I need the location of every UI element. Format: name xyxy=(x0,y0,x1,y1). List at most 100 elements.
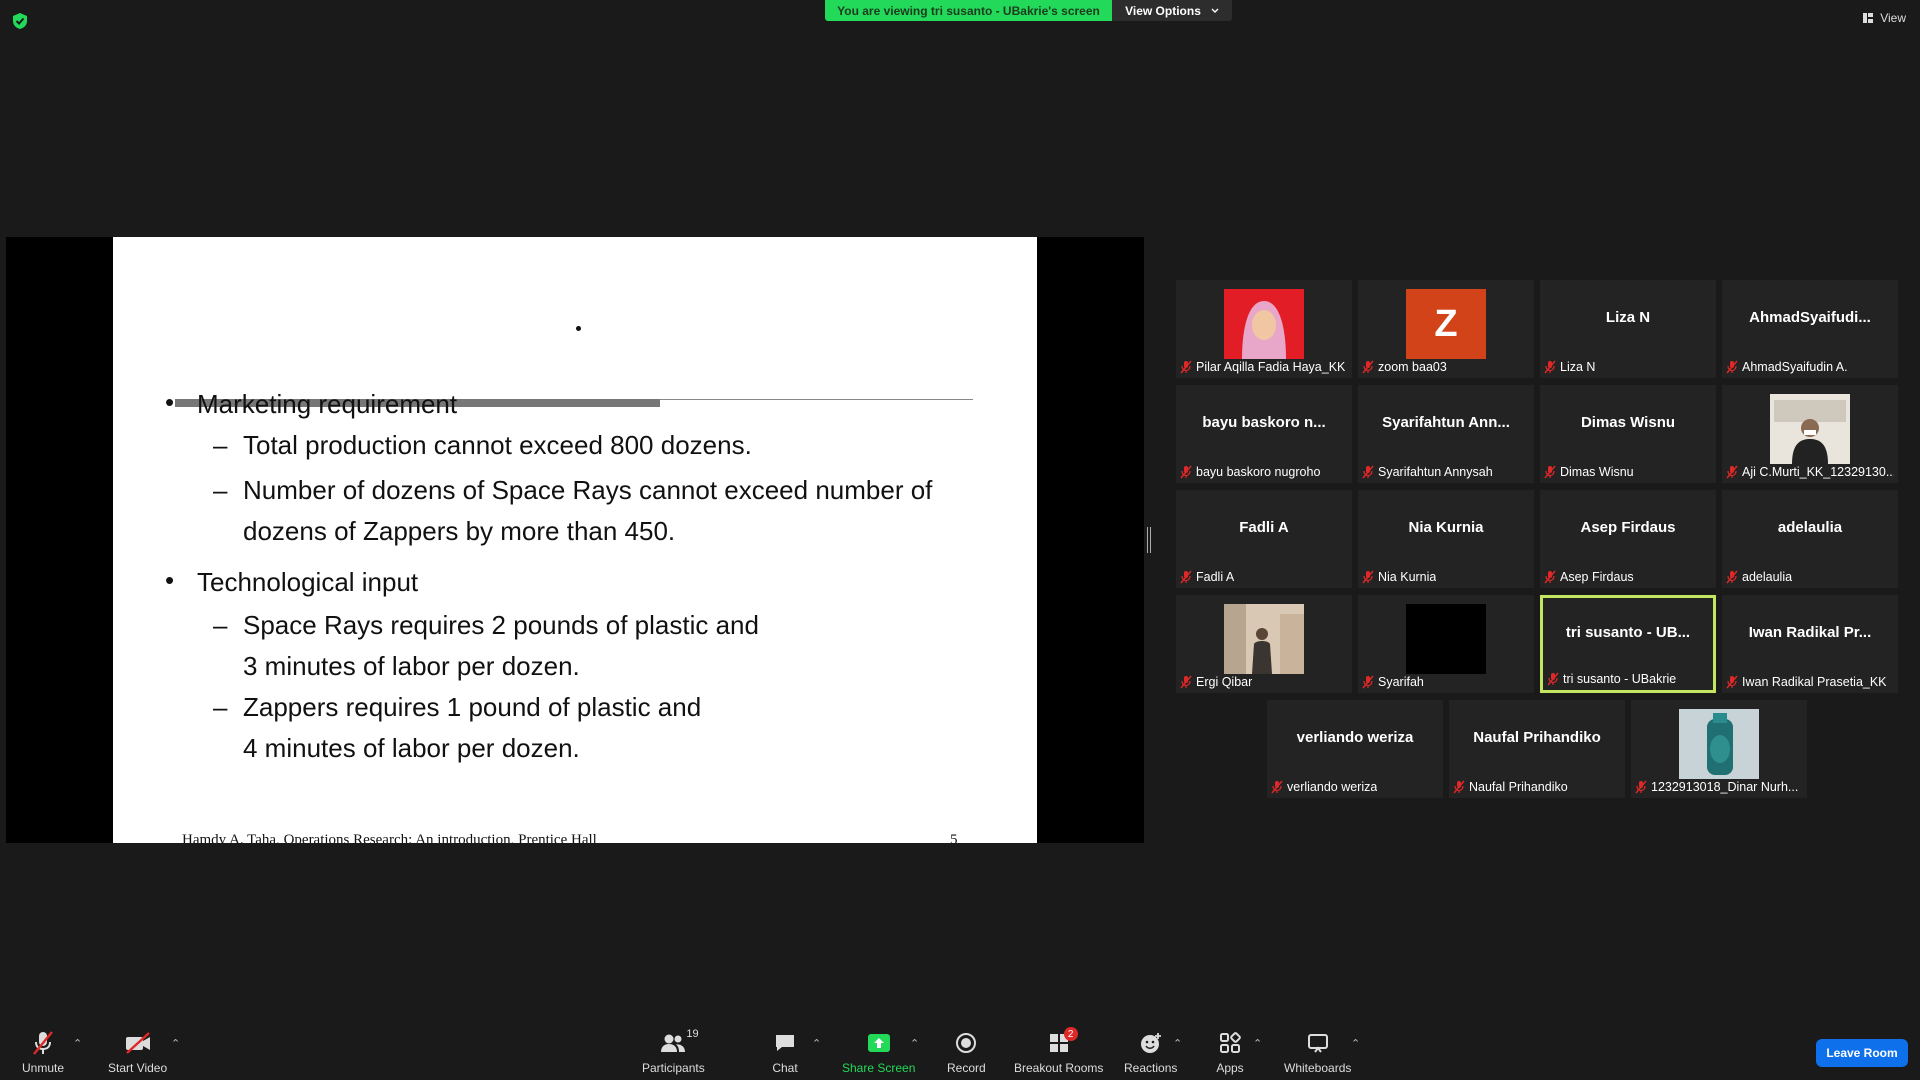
video-blank xyxy=(1406,604,1486,674)
participant-name-label: 1232913018_Dinar Nurh... xyxy=(1635,778,1798,796)
participant-tile[interactable]: Ergi Qibar xyxy=(1176,595,1352,693)
participant-tile[interactable]: Aji C.Murti_KK_12329130... xyxy=(1722,385,1898,483)
participant-tile[interactable]: 1232913018_Dinar Nurh... xyxy=(1631,700,1807,798)
chat-options-caret[interactable]: ⌃ xyxy=(812,1037,821,1050)
apps-button[interactable]: Apps xyxy=(1215,1030,1245,1075)
audio-options-caret[interactable]: ⌃ xyxy=(73,1037,82,1050)
whiteboard-icon xyxy=(1307,1034,1328,1053)
participant-name: Nia Kurnia xyxy=(1378,570,1437,584)
participant-tile[interactable]: Syarifahtun Ann... Syarifahtun Annysah xyxy=(1358,385,1534,483)
view-options-button[interactable]: View Options xyxy=(1112,0,1232,21)
shared-screen[interactable]: • Marketing requirement – Total producti… xyxy=(6,237,1144,843)
record-button[interactable]: Record xyxy=(947,1030,986,1075)
microphone-muted-icon xyxy=(1547,672,1559,686)
participant-tile[interactable]: tri susanto - UB... tri susanto - UBakrie xyxy=(1540,595,1716,693)
apps-label: Apps xyxy=(1216,1061,1244,1075)
reactions-button[interactable]: Reactions xyxy=(1124,1030,1177,1075)
slide-footer-citation: Hamdy A. Taha, Operations Research: An i… xyxy=(182,832,597,843)
microphone-muted-icon xyxy=(1362,465,1374,479)
participant-name-label: Fadli A xyxy=(1180,568,1234,586)
share-options-caret[interactable]: ⌃ xyxy=(910,1037,919,1050)
microphone-muted-icon xyxy=(1180,360,1192,374)
participant-name-label: AhmadSyaifudin A. xyxy=(1726,358,1848,376)
split-view-handle[interactable] xyxy=(1147,527,1151,553)
participant-tile[interactable]: Zzoom baa03 xyxy=(1358,280,1534,378)
participant-name-label: bayu baskoro nugroho xyxy=(1180,463,1320,481)
participant-tile[interactable]: Liza N Liza N xyxy=(1540,280,1716,378)
participant-name-label: Aji C.Murti_KK_12329130... xyxy=(1726,463,1894,481)
participant-name: Pilar Aqilla Fadia Haya_KK xyxy=(1196,360,1346,374)
leave-room-button[interactable]: Leave Room xyxy=(1816,1039,1908,1067)
microphone-muted-icon xyxy=(33,1031,53,1055)
smiley-reaction-icon xyxy=(1140,1033,1161,1053)
meeting-toolbar: Unmute ⌃ Start Video ⌃ 19 Participants C… xyxy=(0,1020,1920,1080)
unmute-button[interactable]: Unmute xyxy=(22,1030,64,1075)
presentation-slide: • Marketing requirement – Total producti… xyxy=(113,237,1037,843)
participant-tile[interactable]: Syarifah xyxy=(1358,595,1534,693)
microphone-muted-icon xyxy=(1453,780,1465,794)
whiteboards-button[interactable]: Whiteboards xyxy=(1284,1030,1351,1075)
microphone-muted-icon xyxy=(1362,360,1374,374)
participant-tile[interactable]: Dimas Wisnu Dimas Wisnu xyxy=(1540,385,1716,483)
participant-name: adelaulia xyxy=(1742,570,1793,584)
participant-tile[interactable]: adelaulia adelaulia xyxy=(1722,490,1898,588)
chat-button[interactable]: Chat xyxy=(770,1030,800,1075)
microphone-muted-icon xyxy=(1180,570,1192,584)
slide-sub-4-line-1: Zappers requires 1 pound of plastic and xyxy=(243,692,702,722)
microphone-muted-icon xyxy=(1271,780,1283,794)
participant-name: bayu baskoro nugroho xyxy=(1196,465,1321,479)
security-shield-icon[interactable] xyxy=(10,11,30,31)
participant-tile[interactable]: Iwan Radikal Pr... Iwan Radikal Prasetia_… xyxy=(1722,595,1898,693)
reactions-label: Reactions xyxy=(1124,1061,1178,1075)
participant-name-label: Ergi Qibar xyxy=(1180,673,1252,691)
microphone-muted-icon xyxy=(1726,570,1738,584)
viewing-screen-banner: You are viewing tri susanto - UBakrie's … xyxy=(825,0,1112,21)
apps-options-caret[interactable]: ⌃ xyxy=(1253,1037,1262,1050)
breakout-rooms-button[interactable]: 2 Breakout Rooms xyxy=(1014,1027,1104,1075)
participant-display-name: Naufal Prihandiko xyxy=(1473,728,1601,746)
participant-display-name: bayu baskoro n... xyxy=(1202,413,1326,431)
participant-tile[interactable]: Pilar Aqilla Fadia Haya_KK xyxy=(1176,280,1352,378)
view-layout-button[interactable]: View xyxy=(1862,8,1906,28)
microphone-muted-icon xyxy=(1544,570,1556,584)
participant-name: Syarifah xyxy=(1378,675,1424,689)
participants-icon xyxy=(661,1034,686,1052)
participant-tile[interactable]: AhmadSyaifudi... AhmadSyaifudin A. xyxy=(1722,280,1898,378)
participants-button[interactable]: 19 Participants xyxy=(642,1028,705,1075)
participant-tile[interactable]: Fadli A Fadli A xyxy=(1176,490,1352,588)
grid-layout-icon xyxy=(1863,13,1874,23)
participant-name: 1232913018_Dinar Nurh... xyxy=(1651,780,1799,794)
reactions-options-caret[interactable]: ⌃ xyxy=(1173,1037,1182,1050)
letter-avatar: Z xyxy=(1406,289,1486,359)
participant-tile[interactable]: Naufal Prihandiko Naufal Prihandiko xyxy=(1449,700,1625,798)
participant-display-name: Nia Kurnia xyxy=(1408,518,1484,536)
participant-name-label: tri susanto - UBakrie xyxy=(1547,670,1676,688)
slide-sub-2-line-2: dozens of Zappers by more than 450. xyxy=(243,516,676,546)
participant-name-label: Iwan Radikal Prasetia_KK xyxy=(1726,673,1887,691)
slide-dot xyxy=(576,326,581,331)
breakout-rooms-label: Breakout Rooms xyxy=(1014,1061,1104,1075)
start-video-label: Start Video xyxy=(108,1061,168,1075)
dash-marker: – xyxy=(213,475,228,505)
slide-sub-4-line-2: 4 minutes of labor per dozen. xyxy=(243,733,580,763)
unmute-label: Unmute xyxy=(22,1061,65,1075)
participant-name-label: Nia Kurnia xyxy=(1362,568,1436,586)
whiteboards-options-caret[interactable]: ⌃ xyxy=(1351,1037,1360,1050)
participant-tile[interactable]: Asep Firdaus Asep Firdaus xyxy=(1540,490,1716,588)
start-video-button[interactable]: Start Video xyxy=(108,1030,167,1075)
participant-tile[interactable]: verliando weriza verliando weriza xyxy=(1267,700,1443,798)
view-options-label: View Options xyxy=(1125,3,1201,18)
video-options-caret[interactable]: ⌃ xyxy=(171,1037,180,1050)
participant-name: Ergi Qibar xyxy=(1196,675,1253,689)
dash-marker: – xyxy=(213,430,228,460)
participant-name-label: adelaulia xyxy=(1726,568,1792,586)
participant-name: verliando weriza xyxy=(1287,780,1378,794)
participant-display-name: tri susanto - UB... xyxy=(1565,623,1691,641)
participant-display-name: Iwan Radikal Pr... xyxy=(1748,623,1872,641)
participant-tile[interactable]: Nia Kurnia Nia Kurnia xyxy=(1358,490,1534,588)
view-label: View xyxy=(1880,11,1906,25)
share-screen-button[interactable]: Share Screen xyxy=(842,1030,915,1075)
dash-marker: – xyxy=(213,610,228,640)
participant-tile[interactable]: bayu baskoro n... bayu baskoro nugroho xyxy=(1176,385,1352,483)
chevron-down-icon xyxy=(1211,8,1219,13)
